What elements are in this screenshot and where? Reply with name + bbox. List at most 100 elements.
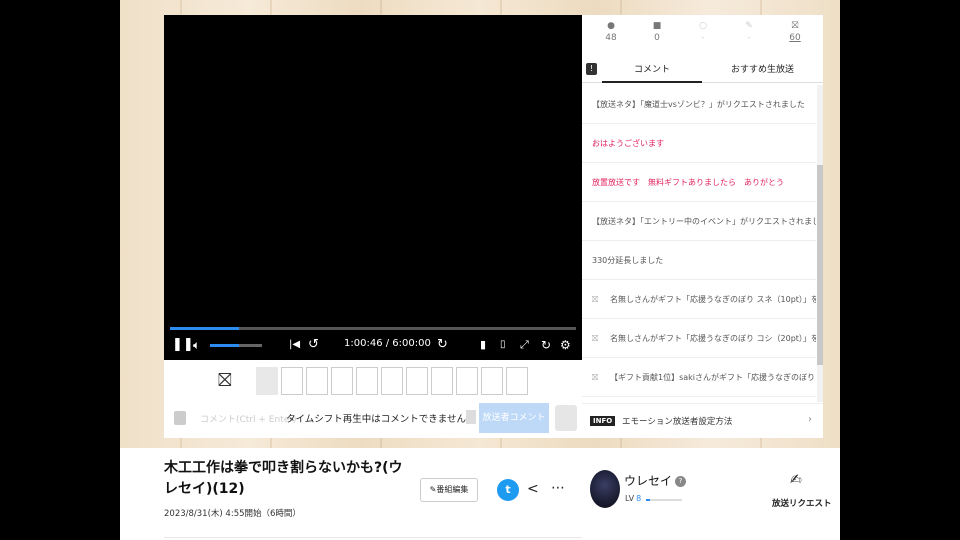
comment-item[interactable]: 【放送ネタ】「エントリー中のイベント」がリクエストされました	[582, 202, 816, 241]
ad-icon: ✎	[745, 21, 753, 31]
comment-text: 【ギフト貢献1位】sakiさんがギフト「応援うなぎのぼり アタ	[610, 373, 816, 382]
comment-input[interactable]: コメント(Ctrl + Enter)	[200, 412, 296, 425]
viewers-count: 48	[605, 33, 617, 43]
tab-recommended[interactable]: おすすめ生放送	[702, 57, 823, 83]
info-row[interactable]: INFO エモーション放送者設定方法 ›	[582, 403, 823, 438]
gift-slot[interactable]	[431, 367, 453, 395]
comment-list[interactable]: 【放送ネタ】「魔道士vsゾンビ？」がリクエストされました おはようございます放置放…	[582, 85, 816, 402]
gift-slot[interactable]	[506, 367, 528, 395]
flag-icon[interactable]: !	[586, 63, 597, 75]
emotion-face-icon[interactable]	[555, 405, 577, 431]
info-text[interactable]: エモーション放送者設定方法	[622, 415, 732, 427]
settings-gear-icon[interactable]: ⚙	[560, 337, 571, 353]
gift-slot[interactable]	[281, 367, 303, 395]
comments-count: 0	[654, 33, 660, 43]
seek-bar[interactable]	[170, 327, 576, 330]
comment-item[interactable]: ⛝ 名無しさんがギフト「応援うなぎのぼり コシ（20pt）」を贈	[582, 319, 816, 358]
seek-bar-fill	[170, 327, 240, 330]
reload-icon[interactable]: ↻	[541, 337, 551, 353]
level-progress-fill	[646, 499, 650, 501]
gift-stat[interactable]: ⛝ 60	[780, 21, 810, 43]
comment-item[interactable]: おはようございます	[582, 124, 816, 163]
timecode: 1:00:46 / 6:00:00	[344, 338, 431, 349]
ad-count: -	[747, 33, 751, 43]
comments-stat: ■ 0	[642, 21, 672, 43]
gift-slot[interactable]	[406, 367, 428, 395]
comment-text: 【放送ネタ】「魔道士vsゾンビ？」がリクエストされました	[592, 100, 805, 109]
divider	[164, 537, 582, 538]
comment-toggle-icon[interactable]: ▮	[480, 337, 486, 353]
comment-text: 放置放送です 無料ギフトありましたら ありがとう	[592, 178, 784, 187]
comment-item[interactable]: 330分延長しました	[582, 241, 816, 280]
comment-text: 名無しさんがギフト「応援うなぎのぼり コシ（20pt）」を贈	[610, 334, 816, 343]
tab-comment[interactable]: コメント	[602, 57, 702, 83]
info-badge: INFO	[590, 416, 616, 426]
skip-to-start-icon[interactable]: |◀	[289, 337, 300, 353]
comment-item[interactable]: 放置放送です 無料ギフトありましたら ありがとう	[582, 163, 816, 202]
comment-icon: ■	[652, 21, 662, 31]
comment-item[interactable]: ⛝ 【ギフト貢献1位】sakiさんがギフト「応援うなぎのぼり アタ	[582, 358, 816, 397]
point-icon: ○	[699, 21, 707, 31]
gift-slot[interactable]	[256, 367, 278, 395]
comment-mode-icon[interactable]	[174, 411, 186, 425]
gift-slot[interactable]	[306, 367, 328, 395]
points-stat: ○ -	[688, 21, 718, 43]
gift-slot[interactable]	[331, 367, 353, 395]
comment-text: 【放送ネタ】「エントリー中のイベント」がリクエストされました	[592, 217, 816, 226]
viewers-stat: ● 48	[596, 21, 626, 43]
program-title: 木工工作は拳で叩き割らないかも?(ウレセイ)(12)	[164, 460, 403, 497]
gift-slot[interactable]	[456, 367, 478, 395]
side-panel: ● 48 ■ 0 ○ - ✎ - ⛝ 60 ! コメント おすすめ生放送 【放送ネタ】「魔…	[582, 15, 823, 438]
gift-icon[interactable]: ⛝	[218, 370, 232, 391]
theater-mode-icon[interactable]: ▯	[500, 337, 506, 353]
comment-text: 330分延長しました	[592, 256, 664, 265]
chevron-right-icon[interactable]: ›	[808, 414, 812, 425]
comment-text: おはようございます	[592, 139, 664, 148]
comment-item[interactable]: 【放送ネタ】「魔道士vsゾンビ？」がリクエストされました	[582, 85, 816, 124]
gift-icon: ⛝	[791, 21, 799, 31]
points-count: -	[701, 33, 705, 43]
video-player[interactable]: ❚❚ 🔈︎ |◀ ↺ 1:00:46 / 6:00:00 ↻ ▮ ▯ ⤢ ↻ ⚙	[164, 15, 582, 360]
gift-icon: ⛝	[592, 295, 599, 304]
level-label: LV	[625, 494, 635, 503]
edit-program-button[interactable]: ✎番組編集	[420, 478, 478, 502]
volume-slider[interactable]	[210, 344, 262, 347]
comment-input-row: コメント(Ctrl + Enter) タイムシフト再生中はコメントできません 放…	[164, 402, 582, 438]
gift-count[interactable]: 60	[789, 33, 800, 43]
request-icon[interactable]: ✍	[790, 472, 802, 488]
gift-icon: ⛝	[592, 373, 599, 382]
volume-slider-fill	[210, 344, 239, 347]
rewind-10-icon[interactable]: ↺	[308, 337, 319, 353]
comment-item[interactable]: ⛝ 名無しさんがギフト「応援うなぎのぼり スネ（10pt）」を贈	[582, 280, 816, 319]
broadcaster-name-row[interactable]: ウレセイ?	[624, 472, 687, 489]
broadcaster-name[interactable]: ウレセイ	[624, 474, 672, 488]
help-icon[interactable]: ?	[675, 476, 687, 487]
broadcaster-comment-button[interactable]: 放送者コメント	[479, 403, 549, 433]
volume-icon[interactable]: 🔈︎	[193, 337, 200, 353]
program-date: 2023/8/31(木) 4:55開始（6時間）	[164, 509, 301, 519]
forward-10-icon[interactable]: ↻	[437, 337, 448, 353]
emoji-icon[interactable]	[466, 410, 476, 424]
gift-bar: ⛝	[164, 360, 582, 402]
level-value: 8	[636, 494, 642, 503]
tab-bar: ! コメント おすすめ生放送	[582, 57, 823, 83]
share-icon[interactable]: <	[527, 481, 539, 497]
scrollbar-thumb[interactable]	[817, 165, 823, 365]
pause-icon[interactable]: ❚❚	[172, 337, 194, 353]
more-icon[interactable]: ⋯	[551, 480, 565, 496]
edit-program-label: 番組編集	[436, 485, 469, 494]
stats-bar: ● 48 ■ 0 ○ - ✎ - ⛝ 60	[582, 15, 823, 55]
avatar[interactable]	[590, 470, 620, 508]
fullscreen-icon[interactable]: ⤢	[520, 337, 529, 353]
request-label[interactable]: 放送リクエスト	[772, 497, 832, 509]
gift-slot[interactable]	[481, 367, 503, 395]
gift-slot[interactable]	[381, 367, 403, 395]
twitter-icon[interactable]: t	[497, 479, 519, 501]
page: ❚❚ 🔈︎ |◀ ↺ 1:00:46 / 6:00:00 ↻ ▮ ▯ ⤢ ↻ ⚙…	[120, 0, 840, 540]
gift-icon: ⛝	[592, 334, 599, 343]
scrollbar[interactable]	[817, 85, 823, 402]
level-progress-bar	[646, 499, 682, 501]
level-row: LV 8	[625, 494, 641, 503]
gift-slot[interactable]	[356, 367, 378, 395]
ad-stat: ✎ -	[734, 21, 764, 43]
